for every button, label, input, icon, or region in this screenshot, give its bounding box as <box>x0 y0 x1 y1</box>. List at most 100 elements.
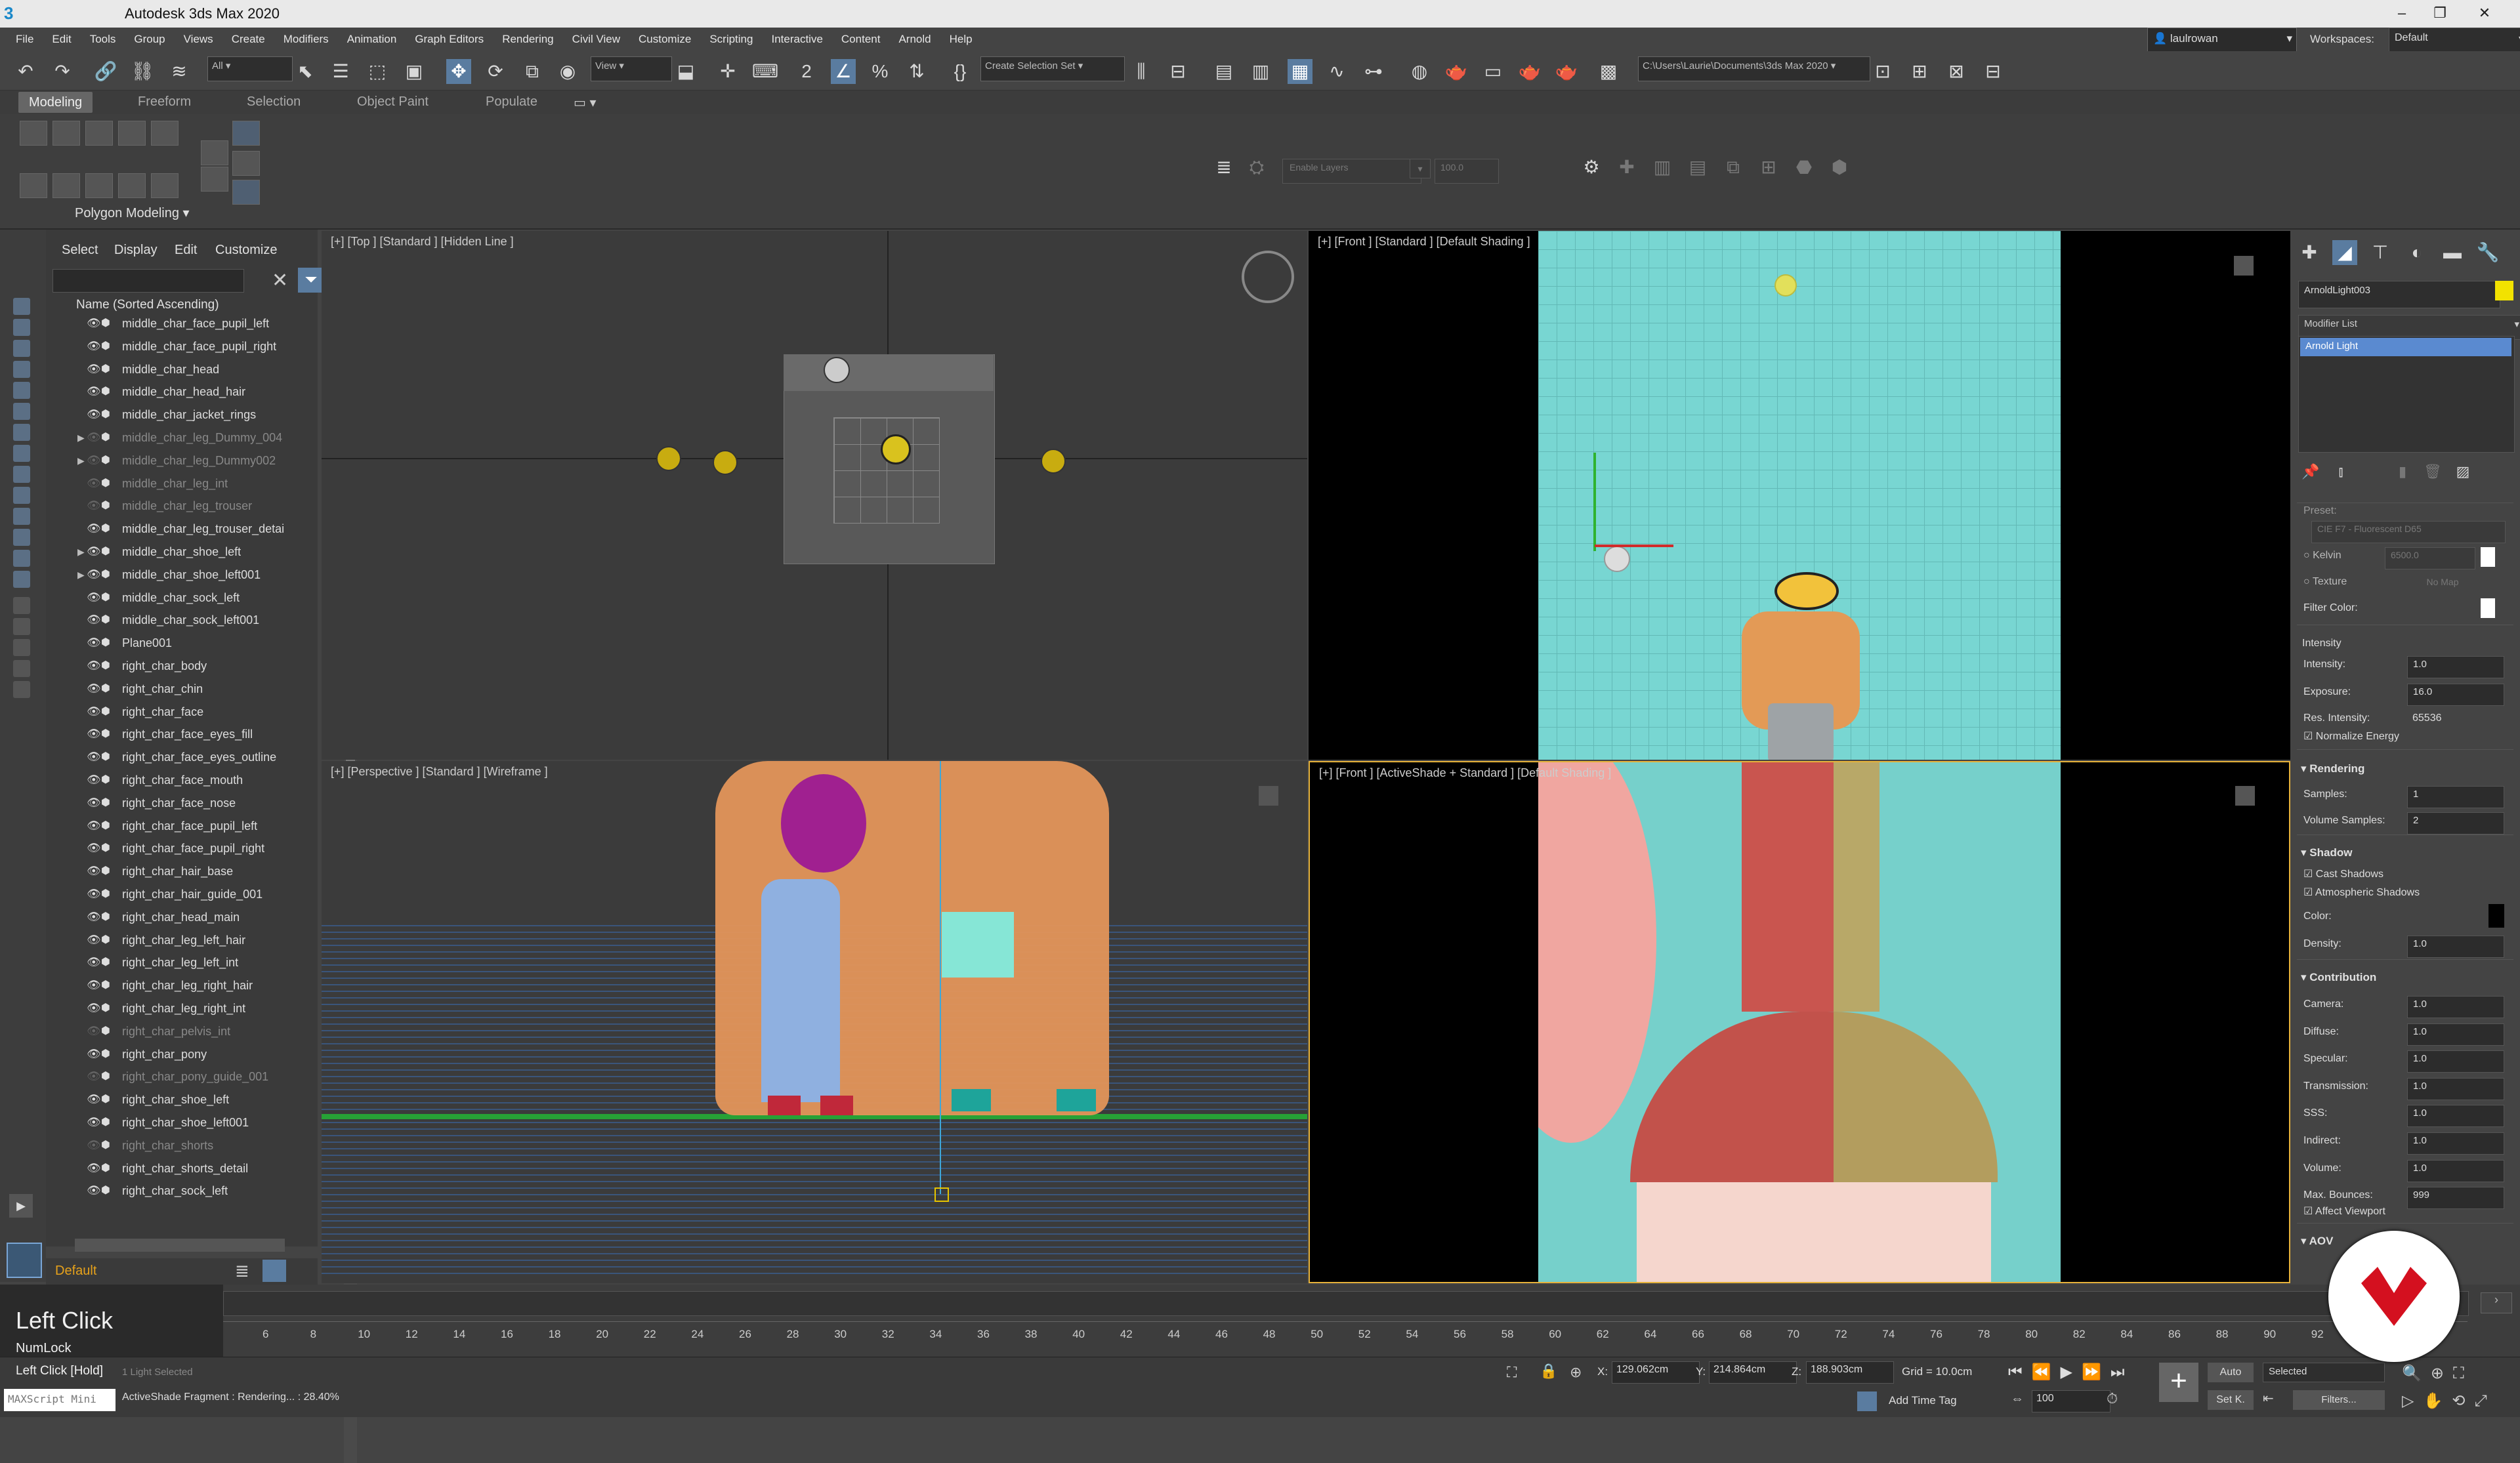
list-item[interactable]: 👁 ⬢ right_char_sock_left <box>76 1180 314 1202</box>
list-item[interactable]: 👁 ⬢ right_char_hair_base <box>76 860 314 882</box>
contribution-rollout[interactable]: ▾ Contribution <box>2301 971 2376 984</box>
list-item[interactable]: 👁 ⬢ right_char_shoe_left001 <box>76 1111 314 1134</box>
visibility-eye-icon[interactable]: 👁 <box>87 1203 101 1205</box>
menu-views[interactable]: Views <box>175 28 222 51</box>
isolate-selection-icon[interactable]: ⛶ <box>1507 1364 1517 1381</box>
utilities-tab-icon[interactable]: 🔧 <box>2475 240 2500 265</box>
time-slider[interactable]: › 6 8 10 12 14 16 18 20 22 24 26 28 30 32 34 36 38 40 42 44… <box>223 1285 2520 1357</box>
key-mode-toggle-icon[interactable]: ⇤ <box>2263 1390 2274 1407</box>
filter-icon[interactable] <box>13 639 30 656</box>
list-item[interactable]: 👁 ⬢ middle_char_leg_trouser_detai <box>76 518 314 540</box>
volume-samples-spinner[interactable]: 2 <box>2407 812 2504 835</box>
atmospheric-shadows-checkbox[interactable]: ☑ Atmospheric Shadows <box>2303 886 2420 899</box>
maximize-viewport-icon[interactable] <box>2234 256 2254 276</box>
visibility-eye-icon[interactable]: 👁 <box>87 655 101 677</box>
configure-modifier-sets-icon[interactable]: ▨ <box>2450 459 2475 484</box>
viewport-activeshade[interactable]: [+] [Front ] [ActiveShade + Standard ] [… <box>1309 761 2290 1283</box>
border-mode-button[interactable] <box>85 121 113 146</box>
pivot-center-icon[interactable]: ⬓ <box>673 59 698 84</box>
current-frame-field[interactable]: 100 <box>2032 1390 2110 1412</box>
layer-value-field[interactable]: 100.0 <box>1435 159 1499 184</box>
visibility-eye-icon[interactable]: 👁 <box>87 769 101 791</box>
chevron-down-icon[interactable]: ▾ <box>1410 159 1431 178</box>
auto-key-button[interactable]: Auto <box>2208 1363 2254 1382</box>
kelvin-field[interactable]: 6500.0 <box>2385 547 2475 569</box>
horizontal-scrollbar[interactable] <box>75 1239 285 1252</box>
layer-ball-icon[interactable]: ⬢ <box>1827 155 1852 180</box>
display-geometry-icon[interactable] <box>13 298 30 315</box>
visibility-eye-icon[interactable]: 👁 <box>87 1134 101 1157</box>
rectangular-selection-icon[interactable]: ⬚ <box>365 59 390 84</box>
visibility-eye-icon[interactable]: 👁 <box>87 1180 101 1202</box>
display-none-icon[interactable] <box>13 571 30 588</box>
layer-stack-icon[interactable]: ⧉ <box>1721 155 1746 180</box>
viewport-label-activeshade[interactable]: [+] [Front ] [ActiveShade + Standard ] [… <box>1319 766 1611 780</box>
list-item[interactable]: 👁 ⬢ right_char_face_mouth <box>76 769 314 791</box>
visibility-eye-icon[interactable]: 👁 <box>87 1111 101 1134</box>
container-icon[interactable]: ⊡ <box>1870 59 1895 84</box>
tab-object-paint[interactable]: Object Paint <box>357 94 429 110</box>
visibility-eye-icon[interactable]: 👁 <box>87 587 101 609</box>
kelvin-color-swatch[interactable] <box>2481 547 2495 567</box>
clear-search-icon[interactable]: ✕ <box>272 269 288 292</box>
tab-freeform[interactable]: Freeform <box>138 94 191 110</box>
light-gizmo[interactable] <box>656 446 681 471</box>
contribution-spinner[interactable]: 1.0 <box>2407 996 2504 1018</box>
list-item[interactable]: 👁 ⬢ middle_char_leg_trouser <box>76 495 314 517</box>
filter-color-swatch[interactable] <box>2481 598 2495 618</box>
time-slider-track[interactable] <box>223 1291 2469 1316</box>
layer-stack-icon[interactable]: ≣ <box>235 1261 249 1281</box>
select-and-rotate-icon[interactable]: ⟳ <box>483 59 508 84</box>
current-layer-name[interactable]: Default <box>55 1264 96 1279</box>
go-to-start-icon[interactable]: ⏮ <box>2008 1363 2032 1381</box>
select-and-scale-icon[interactable]: ⧉ <box>520 59 545 84</box>
list-item[interactable]: 👁 ⬢ middle_char_leg_int <box>76 472 314 495</box>
visibility-eye-icon[interactable]: 👁 <box>87 678 101 700</box>
list-item[interactable]: ▶ 👁 ⬢ middle_char_leg_Dummy002 <box>76 449 314 472</box>
render-setup-icon[interactable]: 🫖 <box>1444 59 1469 84</box>
visibility-eye-icon[interactable]: 👁 <box>87 701 101 723</box>
modify-mode-button[interactable] <box>20 173 47 198</box>
render-activeshade-icon[interactable]: 🫖 <box>1554 59 1579 84</box>
use-nurms-button[interactable] <box>232 121 260 146</box>
menu-create[interactable]: Create <box>222 28 274 51</box>
list-item[interactable]: 👁 ⬢ right_char_face_pupil_right <box>76 837 314 859</box>
tab-populate[interactable]: Populate <box>486 94 537 110</box>
layers-icon[interactable]: ≣ <box>1211 155 1236 180</box>
menu-arnold[interactable]: Arnold <box>889 28 940 51</box>
bind-space-warp-icon[interactable]: ≋ <box>167 59 192 84</box>
menu-tools[interactable]: Tools <box>81 28 125 51</box>
list-item[interactable]: ▶ 👁 ⬢ middle_char_leg_Dummy_004 <box>76 426 314 449</box>
maximize-viewport-icon[interactable] <box>1259 786 1278 806</box>
viewport-label-perspective[interactable]: [+] [Perspective ] [Standard ] [Wirefram… <box>331 765 548 779</box>
key-filter-icon[interactable]: ⏱ <box>2107 1390 2118 1407</box>
visibility-eye-icon[interactable]: 👁 <box>87 974 101 997</box>
collapse-stack-button[interactable] <box>151 173 178 198</box>
list-item[interactable]: 👁 ⬢ right_char_body <box>76 655 314 677</box>
time-tag-icon[interactable] <box>1857 1391 1877 1411</box>
visibility-eye-icon[interactable]: 👁 <box>87 837 101 859</box>
list-item[interactable]: 👁 ⬢ right_char_pony <box>76 1043 314 1065</box>
display-groups-icon[interactable] <box>13 424 30 441</box>
add-time-tag-button[interactable]: Add Time Tag <box>1889 1394 1957 1407</box>
expand-arrow-icon[interactable]: ▶ <box>77 564 85 586</box>
material-editor-icon[interactable]: ◍ <box>1407 59 1432 84</box>
visibility-eye-icon[interactable]: 👁 <box>87 609 101 631</box>
list-item[interactable]: 👁 ⬢ right_char_face <box>76 701 314 723</box>
list-item[interactable]: ▶ 👁 ⬢ middle_char_shoe_left <box>76 541 314 563</box>
snaps-toggle-icon[interactable]: 2 <box>794 59 819 84</box>
percent-snap-icon[interactable]: % <box>868 59 892 84</box>
list-item[interactable]: 👁 ⬢ middle_char_jacket_rings <box>76 403 314 426</box>
object-name-field[interactable]: ArnoldLight003 <box>2298 281 2500 308</box>
rendering-rollout[interactable]: ▾ Rendering <box>2301 762 2364 775</box>
next-frame-icon[interactable]: ⏩ <box>2082 1363 2110 1381</box>
manipulate-icon[interactable]: ✛ <box>715 59 740 84</box>
visibility-eye-icon[interactable]: 👁 <box>87 997 101 1020</box>
list-item[interactable]: 👁 ⬢ right_char_hair_guide_001 <box>76 883 314 905</box>
display-children-icon[interactable] <box>13 597 30 614</box>
visibility-eye-icon[interactable]: 👁 <box>87 518 101 540</box>
light-gizmo[interactable] <box>713 450 738 475</box>
display-hidden-icon[interactable] <box>13 529 30 546</box>
preset-dropdown[interactable]: CIE F7 - Fluorescent D65 <box>2311 521 2506 543</box>
viewcube-icon[interactable] <box>1242 251 1294 303</box>
